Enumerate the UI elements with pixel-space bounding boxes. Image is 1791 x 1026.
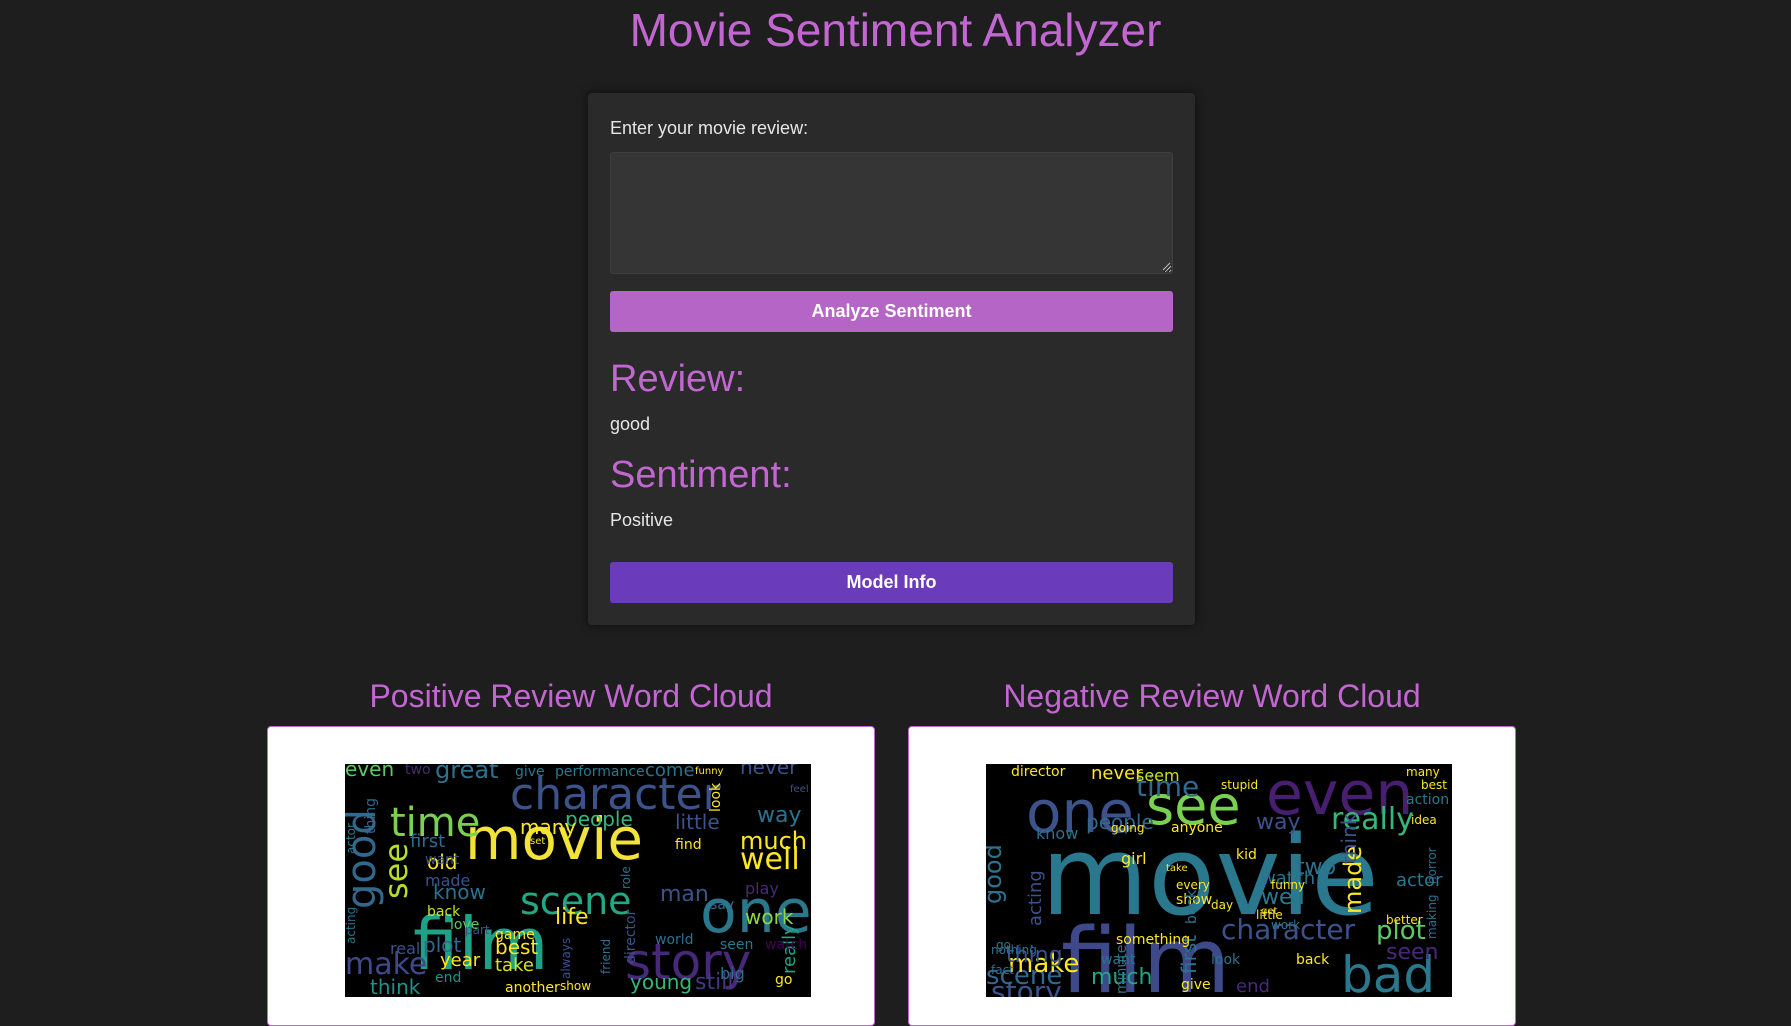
word-cloud-term: acting — [345, 907, 358, 944]
review-textarea[interactable] — [610, 152, 1173, 274]
negative-cloud-title: Negative Review Word Cloud — [1003, 678, 1421, 714]
word-cloud-term: play — [745, 879, 779, 898]
word-cloud-term: many — [1406, 765, 1440, 779]
resize-grip-icon[interactable] — [1161, 261, 1171, 271]
word-cloud-term: thing — [363, 798, 379, 834]
word-cloud-term: actor — [345, 823, 358, 854]
word-cloud-term: find — [675, 837, 702, 853]
word-cloud-term: look — [1211, 952, 1241, 968]
word-cloud-term: making — [1425, 894, 1439, 939]
word-cloud-term: come — [645, 764, 695, 781]
analyze-sentiment-button[interactable]: Analyze Sentiment — [610, 291, 1173, 332]
word-cloud-term: real — [390, 939, 420, 958]
word-cloud-term: world — [655, 932, 694, 948]
word-cloud-term: end — [435, 970, 461, 986]
word-cloud-term: funny — [695, 766, 724, 777]
review-heading: Review: — [610, 358, 746, 400]
word-cloud-term: seen — [720, 937, 753, 953]
word-cloud-term: many — [520, 815, 576, 839]
positive-word-cloud-image: moviefilm onecharactertimescenestorygoods… — [345, 764, 811, 997]
word-cloud-term: best — [1421, 778, 1447, 792]
word-cloud-term: big — [720, 964, 745, 983]
word-cloud-term: minute — [1114, 945, 1130, 994]
word-cloud-term: think — [1337, 813, 1361, 864]
positive-cloud-title: Positive Review Word Cloud — [369, 678, 773, 714]
word-cloud-term: young — [630, 970, 692, 994]
word-cloud-term: end — [1236, 976, 1270, 997]
word-cloud-term: part — [465, 923, 490, 937]
word-cloud-term: want — [425, 852, 460, 868]
word-cloud-term: give — [515, 764, 545, 780]
word-cloud-term: role — [619, 866, 633, 889]
word-cloud-term: great — [435, 764, 498, 784]
negative-word-cloud-image: moviefilmone see evenbadcharactertimereall… — [986, 764, 1452, 997]
model-info-button[interactable]: Model Info — [610, 562, 1173, 603]
word-cloud-term: two — [405, 764, 431, 778]
word-cloud-term: give — [1181, 977, 1211, 993]
word-cloud-term: girl — [1121, 849, 1147, 868]
word-cloud-term: always — [559, 938, 573, 979]
word-cloud-term: kid — [1236, 847, 1257, 863]
word-cloud-term: director — [1011, 764, 1066, 780]
word-cloud-term: say — [710, 897, 734, 913]
word-cloud-term: anyone — [1171, 820, 1223, 836]
word-cloud-term: know — [1036, 824, 1078, 843]
word-cloud-term: performance — [555, 764, 645, 780]
word-cloud-term: man — [660, 882, 709, 907]
word-cloud-term: going — [1111, 821, 1145, 835]
word-cloud-term: much — [740, 827, 807, 855]
word-cloud-term: plot — [423, 933, 461, 957]
word-cloud-term: book — [1184, 889, 1200, 924]
word-cloud-term: way — [1256, 810, 1301, 835]
word-cloud-term: look — [708, 782, 724, 812]
word-cloud-term: back — [427, 904, 461, 920]
word-cloud-term: never — [740, 764, 798, 779]
word-cloud-term: first — [410, 831, 445, 852]
word-cloud-term: game — [495, 927, 535, 943]
sentiment-result-text: Positive — [610, 510, 674, 530]
word-cloud-term: get — [1261, 906, 1278, 917]
word-cloud-term: think — [370, 975, 421, 997]
word-cloud-term: take — [495, 955, 534, 976]
word-cloud-term: even — [345, 764, 394, 781]
word-cloud-term: show — [560, 979, 591, 993]
review-input-label: Enter your movie review: — [610, 118, 809, 138]
word-cloud-term: made — [425, 871, 470, 890]
negative-cloud-panel: movie film one see even bad character time reall… — [908, 726, 1516, 1026]
word-cloud-term: idea — [1411, 813, 1437, 827]
word-cloud-term: fact — [991, 963, 1014, 977]
word-cloud-term: feel — [790, 784, 809, 795]
word-cloud-term: way — [757, 803, 802, 828]
word-cloud-term: nothing — [991, 943, 1037, 957]
word-cloud-term: director — [623, 909, 639, 964]
review-result-text: good — [610, 414, 651, 434]
word-cloud-term: stupid — [1221, 778, 1258, 792]
review-form-card: Enter your movie review: Analyze Sentime… — [588, 93, 1195, 625]
word-cloud-term: funny — [1271, 878, 1305, 892]
word-cloud-term: another — [505, 980, 560, 996]
word-cloud-term: acting — [1025, 870, 1046, 926]
word-cloud-term: work — [1271, 918, 1300, 932]
word-cloud-term: set — [530, 836, 545, 847]
word-cloud-term: horror — [1425, 847, 1439, 884]
word-cloud-term: better — [1386, 913, 1423, 927]
word-cloud-term: friend — [599, 939, 613, 974]
word-cloud-term: take — [1166, 863, 1188, 874]
word-cloud-term: life — [555, 905, 589, 930]
word-cloud-term: seem — [1136, 766, 1180, 785]
word-cloud-term: back — [1296, 952, 1330, 968]
word-cloud-term: day — [1211, 898, 1233, 912]
word-cloud-term: watch — [765, 937, 807, 953]
word-cloud-term: action — [1406, 792, 1449, 808]
sentiment-heading: Sentiment: — [610, 454, 792, 496]
word-cloud-term: little — [675, 810, 720, 834]
word-cloud-term: go — [775, 972, 792, 988]
page-title: Movie Sentiment Analyzer — [629, 4, 1162, 56]
positive-cloud-panel: movie film one character time scene story good s… — [267, 726, 875, 1026]
word-cloud-term: seen — [1386, 940, 1438, 965]
word-cloud-term: good — [986, 844, 1007, 904]
